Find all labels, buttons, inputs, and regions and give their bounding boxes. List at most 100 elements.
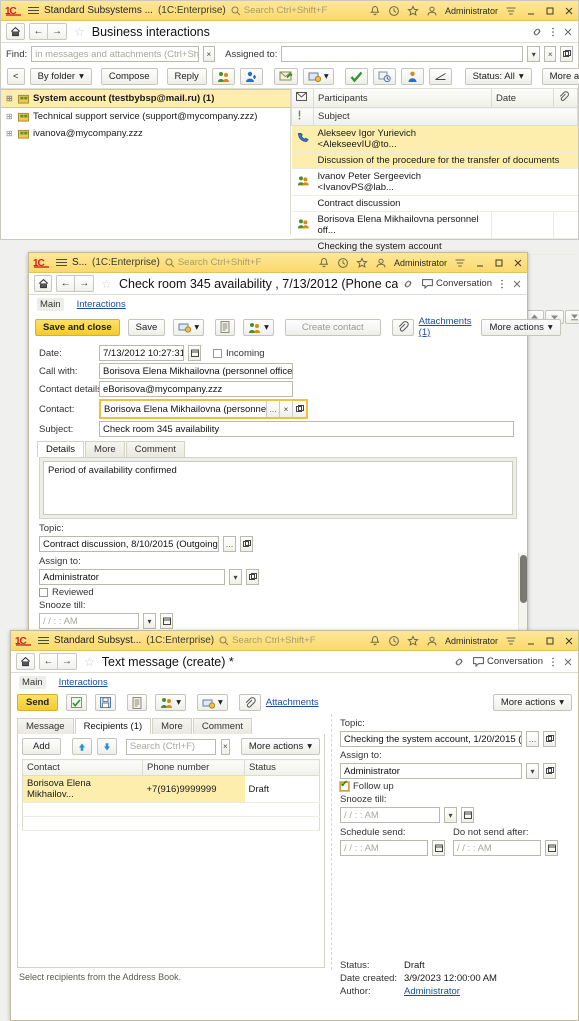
contact-input[interactable]: Borisova Elena Mikhailovna (personnel of…	[101, 401, 267, 417]
print-dropdown-icon[interactable]: ▾	[173, 318, 205, 336]
contact-clear-button[interactable]: ×	[280, 401, 293, 417]
topic-input[interactable]: Contract discussion, 8/10/2015 (Outgoing…	[39, 536, 219, 552]
win3-more-actions-button[interactable]: More actions ▾	[492, 694, 572, 711]
main-menu-icon[interactable]	[56, 259, 67, 266]
reply-all-icon[interactable]	[211, 68, 235, 85]
win2-close-tab-icon[interactable]	[512, 279, 522, 289]
details-textarea[interactable]: Period of availability confirmed	[43, 461, 513, 515]
forward-contact-icon[interactable]	[239, 68, 263, 85]
snooze-calendar-button[interactable]	[160, 613, 173, 629]
snooze-icon[interactable]	[372, 68, 396, 85]
win3-global-search[interactable]: Search Ctrl+Shift+F	[219, 635, 364, 646]
win1-global-search[interactable]: Search Ctrl+Shift+F	[231, 5, 364, 16]
win2-close-button[interactable]	[513, 258, 523, 268]
tab-interactions[interactable]: Interactions	[56, 676, 111, 689]
collapse-panel-button[interactable]: <	[7, 68, 25, 85]
by-folder-button[interactable]: By folder ▾	[29, 68, 92, 85]
win2-scrollbar-thumb[interactable]	[520, 555, 527, 603]
expander-icon[interactable]: ⊞	[6, 112, 14, 121]
get-link-icon[interactable]	[453, 656, 465, 668]
bell-icon[interactable]	[369, 5, 381, 17]
snooze-input[interactable]: / / : : AM	[39, 613, 139, 629]
favorites-star-icon[interactable]	[407, 4, 419, 17]
forward-button[interactable]: →	[48, 23, 67, 40]
do-not-send-input[interactable]: / / : : AM	[453, 840, 541, 856]
create-contact-button[interactable]: Create contact	[284, 318, 381, 336]
expander-icon[interactable]: ⊞	[6, 94, 14, 103]
filter-menu-icon[interactable]	[505, 5, 517, 17]
conversation-link[interactable]: Conversation	[422, 278, 492, 289]
contact-input-group[interactable]: Borisova Elena Mikhailovna (personnel of…	[99, 399, 308, 419]
contact-ellipsis-button[interactable]: …	[267, 401, 280, 417]
user-account-icon[interactable]	[426, 5, 438, 17]
assigned-to-input[interactable]	[281, 46, 524, 62]
add-recipient-button[interactable]: Add	[22, 738, 61, 755]
tab-comment[interactable]: Comment	[192, 718, 253, 734]
new-interaction-icon[interactable]: ▾	[302, 68, 334, 85]
col-envelope-icon[interactable]	[291, 89, 314, 108]
reply-button[interactable]: Reply	[166, 68, 207, 85]
arrow-up-icon[interactable]	[71, 738, 92, 755]
table-row-subject[interactable]: Contract discussion	[291, 195, 578, 212]
topic-input[interactable]: Checking the system account, 1/20/2015 (…	[340, 731, 522, 747]
do-not-send-calendar-button[interactable]	[545, 840, 558, 856]
win2-more-menu-icon[interactable]	[500, 278, 504, 290]
assigned-to-dropdown-button[interactable]: ▾	[527, 46, 540, 62]
back-button[interactable]: ←	[39, 653, 58, 670]
tree-item-technical-support[interactable]: ⊞ Technical support service (support@myc…	[1, 108, 290, 125]
col-status[interactable]: Status	[244, 759, 320, 776]
history-clock-icon[interactable]	[337, 257, 349, 269]
win2-more-actions-button[interactable]: More actions ▾	[481, 318, 561, 336]
win1-close-tab-icon[interactable]	[563, 27, 573, 37]
paperclip-icon[interactable]	[391, 318, 414, 336]
bell-icon[interactable]	[369, 635, 381, 647]
assign-to-open-button[interactable]	[543, 763, 556, 779]
bell-icon[interactable]	[318, 257, 330, 269]
snooze-input[interactable]: / / : : AM	[340, 807, 440, 823]
win3-more-menu-icon[interactable]	[551, 656, 555, 668]
tab-more[interactable]: More	[85, 441, 125, 457]
sort-to-bottom-button[interactable]	[565, 310, 579, 324]
follow-up-checkbox[interactable]	[339, 779, 350, 792]
col-participants[interactable]: Participants	[313, 89, 492, 108]
attachments-link[interactable]: Attachments	[266, 697, 319, 708]
table-row-subject[interactable]: Discussion of the procedure for the tran…	[291, 152, 578, 169]
template-icon[interactable]	[127, 694, 148, 711]
topic-ellipsis-button[interactable]: …	[526, 731, 539, 747]
user-account-icon[interactable]	[426, 635, 438, 647]
back-button[interactable]: ←	[56, 275, 76, 292]
expander-icon[interactable]: ⊞	[6, 129, 14, 138]
tab-main[interactable]: Main	[19, 676, 46, 689]
reviewed-checkbox[interactable]	[39, 588, 48, 597]
tab-message[interactable]: Message	[17, 718, 74, 734]
save-button[interactable]: Save	[127, 318, 166, 336]
assigned-to-select-button[interactable]	[560, 46, 573, 62]
favorites-star-icon[interactable]	[407, 634, 419, 647]
get-link-icon[interactable]	[402, 278, 414, 290]
col-date[interactable]: Date	[491, 89, 554, 108]
filter-menu-icon[interactable]	[505, 635, 517, 647]
date-picker-button[interactable]	[188, 345, 201, 361]
incoming-checkbox[interactable]	[213, 348, 222, 358]
assigned-to-clear-button[interactable]: ×	[543, 46, 557, 62]
save-disk-icon[interactable]	[95, 694, 117, 711]
tree-item-system-account[interactable]: ⊞ System account (testbybsp@mail.ru) (1)	[1, 89, 290, 108]
assign-to-input[interactable]: Administrator	[340, 763, 522, 779]
home-button[interactable]	[16, 653, 35, 670]
table-row[interactable]: Borisova Elena Mikhailovna personnel off…	[291, 211, 578, 239]
col-paperclip-icon[interactable]	[553, 89, 578, 108]
arrow-down-icon[interactable]	[96, 738, 117, 755]
main-menu-icon[interactable]	[38, 637, 49, 644]
win1-more-actions-button[interactable]: More actions▾	[541, 68, 579, 85]
tree-item-ivanova[interactable]: ⊞ ivanova@mycompany.zzz	[1, 125, 290, 142]
assign-user-icon[interactable]	[400, 68, 424, 85]
report-icon[interactable]	[215, 318, 236, 336]
assign-to-dropdown-button[interactable]: ▾	[526, 763, 539, 779]
find-clear-button[interactable]: ×	[202, 46, 216, 62]
paperclip-icon[interactable]	[238, 694, 261, 711]
subject-icon[interactable]	[428, 68, 452, 85]
recipients-more-actions-button[interactable]: More actions ▾	[240, 738, 320, 755]
snooze-calendar-button[interactable]	[461, 807, 474, 823]
user-account-icon[interactable]	[375, 257, 387, 269]
favorites-star-icon[interactable]	[356, 256, 368, 269]
